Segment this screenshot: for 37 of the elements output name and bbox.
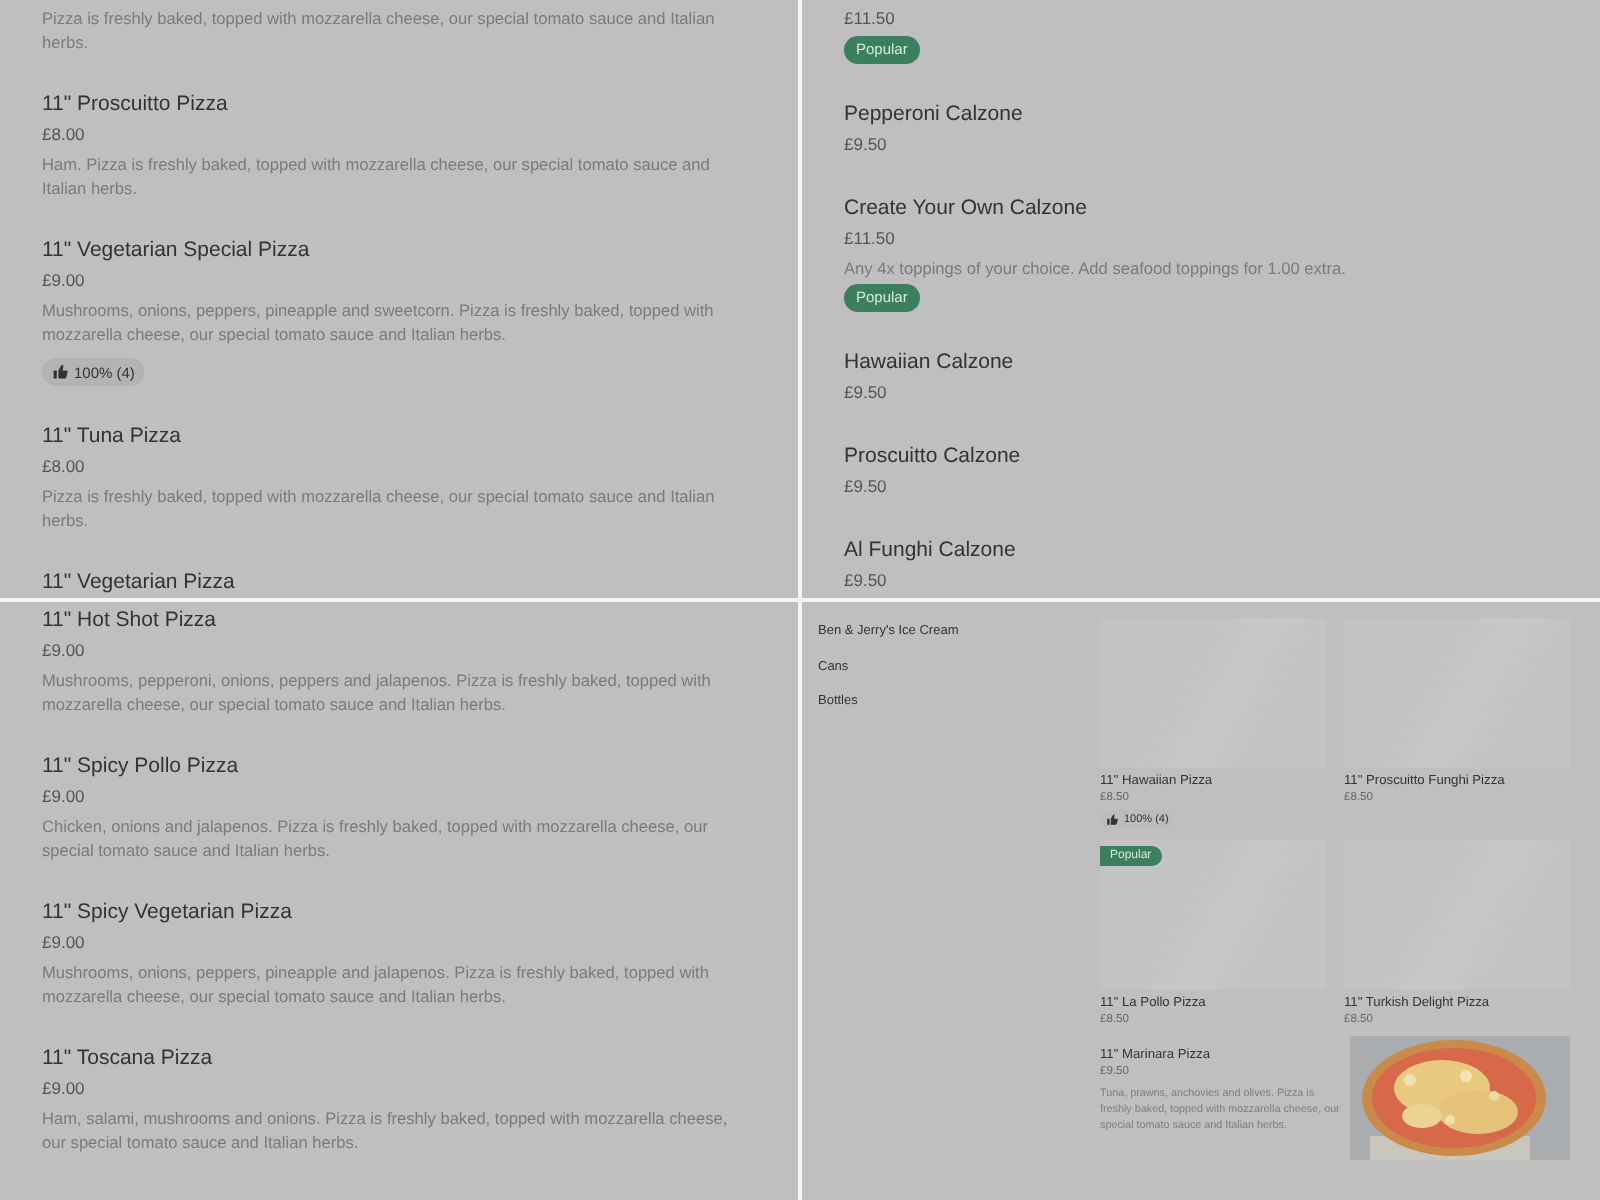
item-price: £8.00: [42, 122, 85, 148]
item-description: Ham. Pizza is freshly baked, topped with mozzarella cheese, our special tomato sauce and Italian herbs.: [42, 152, 712, 200]
item-price: £9.00: [42, 930, 85, 956]
item-price: £9.00: [42, 268, 85, 294]
item-description: Chicken, onions and jalapenos. Pizza is freshly baked, topped with mozzarella cheese, our special tomato sauce and Italian herbs.: [42, 814, 710, 862]
item-name[interactable]: 11" Toscana Pizza: [42, 1044, 213, 1072]
item-price: £9.50: [844, 380, 887, 406]
item-description: Pizza is freshly baked, topped with mozzarella cheese, our special tomato sauce and Italian herbs.: [42, 484, 717, 532]
item-price: £9.50: [844, 132, 887, 158]
item-description: Pizza is freshly baked, topped with mozzarella cheese, our special tomato sauce and Italian herbs.: [42, 6, 717, 54]
item-price: £11.50: [844, 6, 895, 32]
item-name[interactable]: 11" Tuna Pizza: [42, 422, 181, 450]
item-price: £9.50: [844, 474, 887, 500]
item-name[interactable]: 11" Spicy Pollo Pizza: [42, 752, 239, 780]
thumbs-up-icon: [1106, 813, 1118, 825]
item-name[interactable]: 11" Spicy Vegetarian Pizza: [42, 898, 292, 926]
item-price: £9.00: [42, 638, 85, 664]
item-description: Mushrooms, onions, peppers, pineapple and jalapenos. Pizza is freshly baked, topped with mozzarella cheese, our special tomato sauce and Italian herbs.: [42, 960, 711, 1008]
item-description: Ham, salami, mushrooms and onions. Pizza is freshly baked, topped with mozzarella cheese, our special tomato sauce and Italian herbs.: [42, 1106, 730, 1154]
item-name[interactable]: Pepperoni Calzone: [844, 100, 1023, 128]
item-name[interactable]: Create Your Own Calzone: [844, 194, 1087, 222]
thumbs-up-icon: [52, 364, 68, 380]
item-price: £8.00: [42, 454, 85, 480]
item-name[interactable]: 11" Hot Shot Pizza: [42, 606, 216, 634]
item-name[interactable]: Proscuitto Calzone: [844, 442, 1021, 470]
item-description: Mushrooms, pepperoni, onions, peppers and jalapenos. Pizza is freshly baked, topped with mozzarella cheese, our special tomato sauce and Italian herbs.: [42, 668, 713, 716]
item-name[interactable]: Al Funghi Calzone: [844, 536, 1016, 564]
item-name[interactable]: Hawaiian Calzone: [844, 348, 1014, 376]
item-name[interactable]: 11" Vegetarian Special Pizza: [42, 236, 310, 264]
item-price: £11.50: [844, 226, 895, 252]
item-name[interactable]: 11" Proscuitto Pizza: [42, 90, 228, 118]
item-price: £9.50: [844, 568, 887, 594]
item-price: £9.00: [42, 784, 85, 810]
item-description: Any 4x toppings of your choice. Add seafood toppings for 1.00 extra.: [844, 256, 1346, 280]
item-price: £9.00: [42, 1076, 85, 1102]
item-description: Mushrooms, onions, peppers, pineapple and sweetcorn. Pizza is freshly baked, topped with mozzarella cheese, our special tomato sauce and Italian herbs.: [42, 298, 716, 346]
item-name[interactable]: 11" Vegetarian Pizza: [42, 568, 235, 596]
